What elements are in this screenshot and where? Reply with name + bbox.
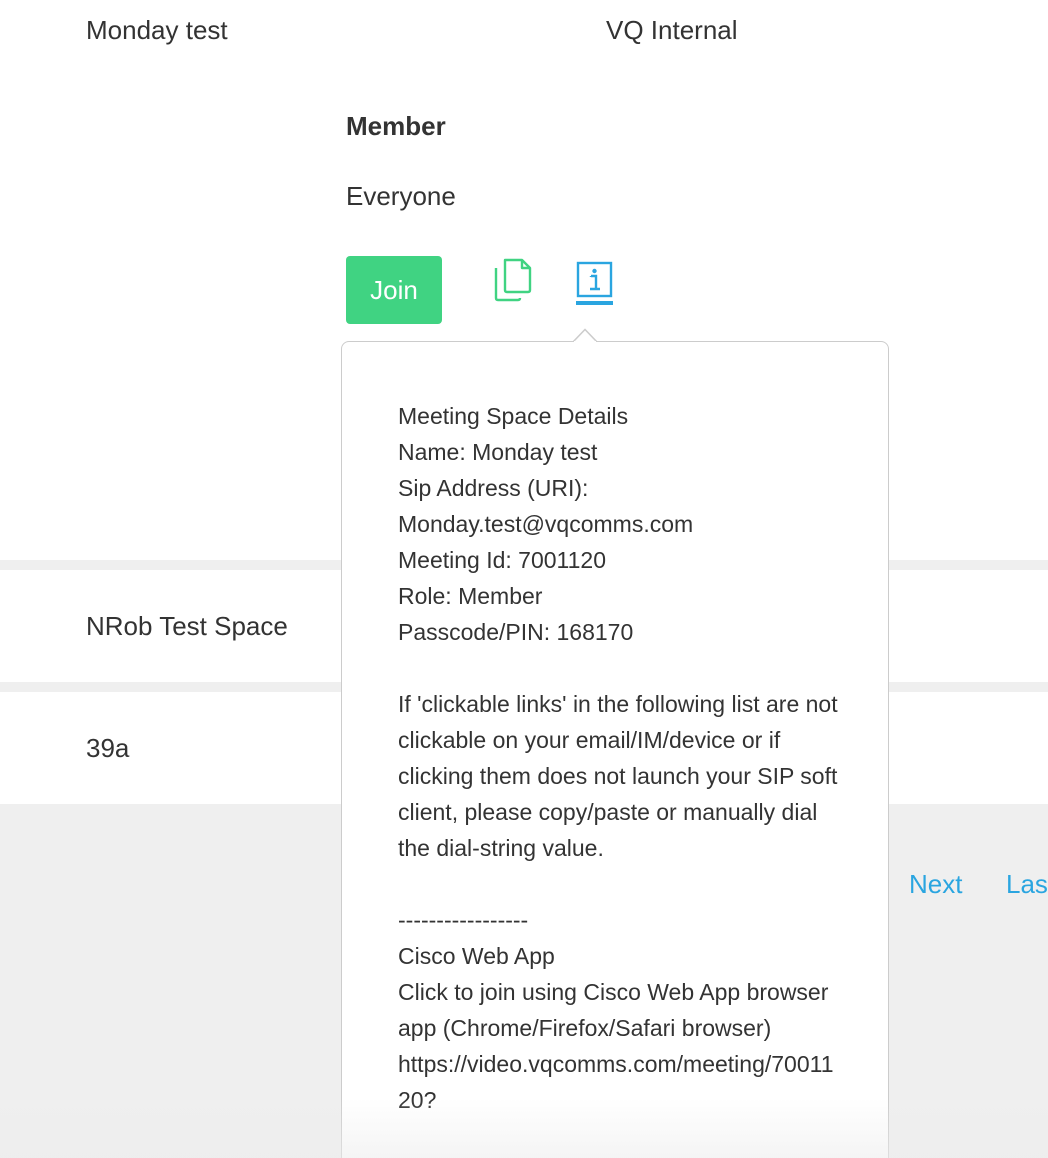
meeting-spaces-page: Monday test VQ Internal Member Everyone … [0,0,1048,1158]
space-name-monday-test[interactable]: Monday test [86,14,228,46]
space-name-39a[interactable]: 39a [86,732,129,764]
join-button[interactable]: Join [346,256,442,324]
popover-divider: ----------------- [398,907,529,933]
popover-instructions: If 'clickable links' in the following li… [398,691,838,861]
popover-webapp-title: Cisco Web App [398,943,555,969]
copy-icon-graphic [494,258,532,302]
popover-name: Name: Monday test [398,439,598,465]
popover-role: Role: Member [398,583,543,609]
info-icon[interactable] [574,260,616,308]
space-group: VQ Internal [606,15,738,45]
role-value: Everyone [346,181,456,211]
space-name-nrob-test-space[interactable]: NRob Test Space [86,610,288,642]
popover-arrow [573,328,597,342]
popover-content: Meeting Space Details Name: Monday test … [398,398,838,1118]
copy-icon[interactable] [492,256,534,304]
popover-sip-value: Monday.test@vqcomms.com [398,511,694,537]
next-page-link[interactable]: Next [909,868,962,900]
popover-passcode: Passcode/PIN: 168170 [398,619,634,645]
popover-sip-label: Sip Address (URI): [398,475,589,501]
last-page-link[interactable]: Last [1006,868,1048,900]
role-heading: Member [346,111,446,141]
popover-meeting-id: Meeting Id: 7001120 [398,547,607,573]
meeting-details-popover: Meeting Space Details Name: Monday test … [341,341,889,1158]
popover-webapp-desc: Click to join using Cisco Web App browse… [398,979,829,1041]
info-icon-graphic [576,261,613,305]
popover-webapp-url[interactable]: https://video.vqcomms.com/meeting/700112… [398,1051,834,1113]
popover-title: Meeting Space Details [398,403,629,429]
